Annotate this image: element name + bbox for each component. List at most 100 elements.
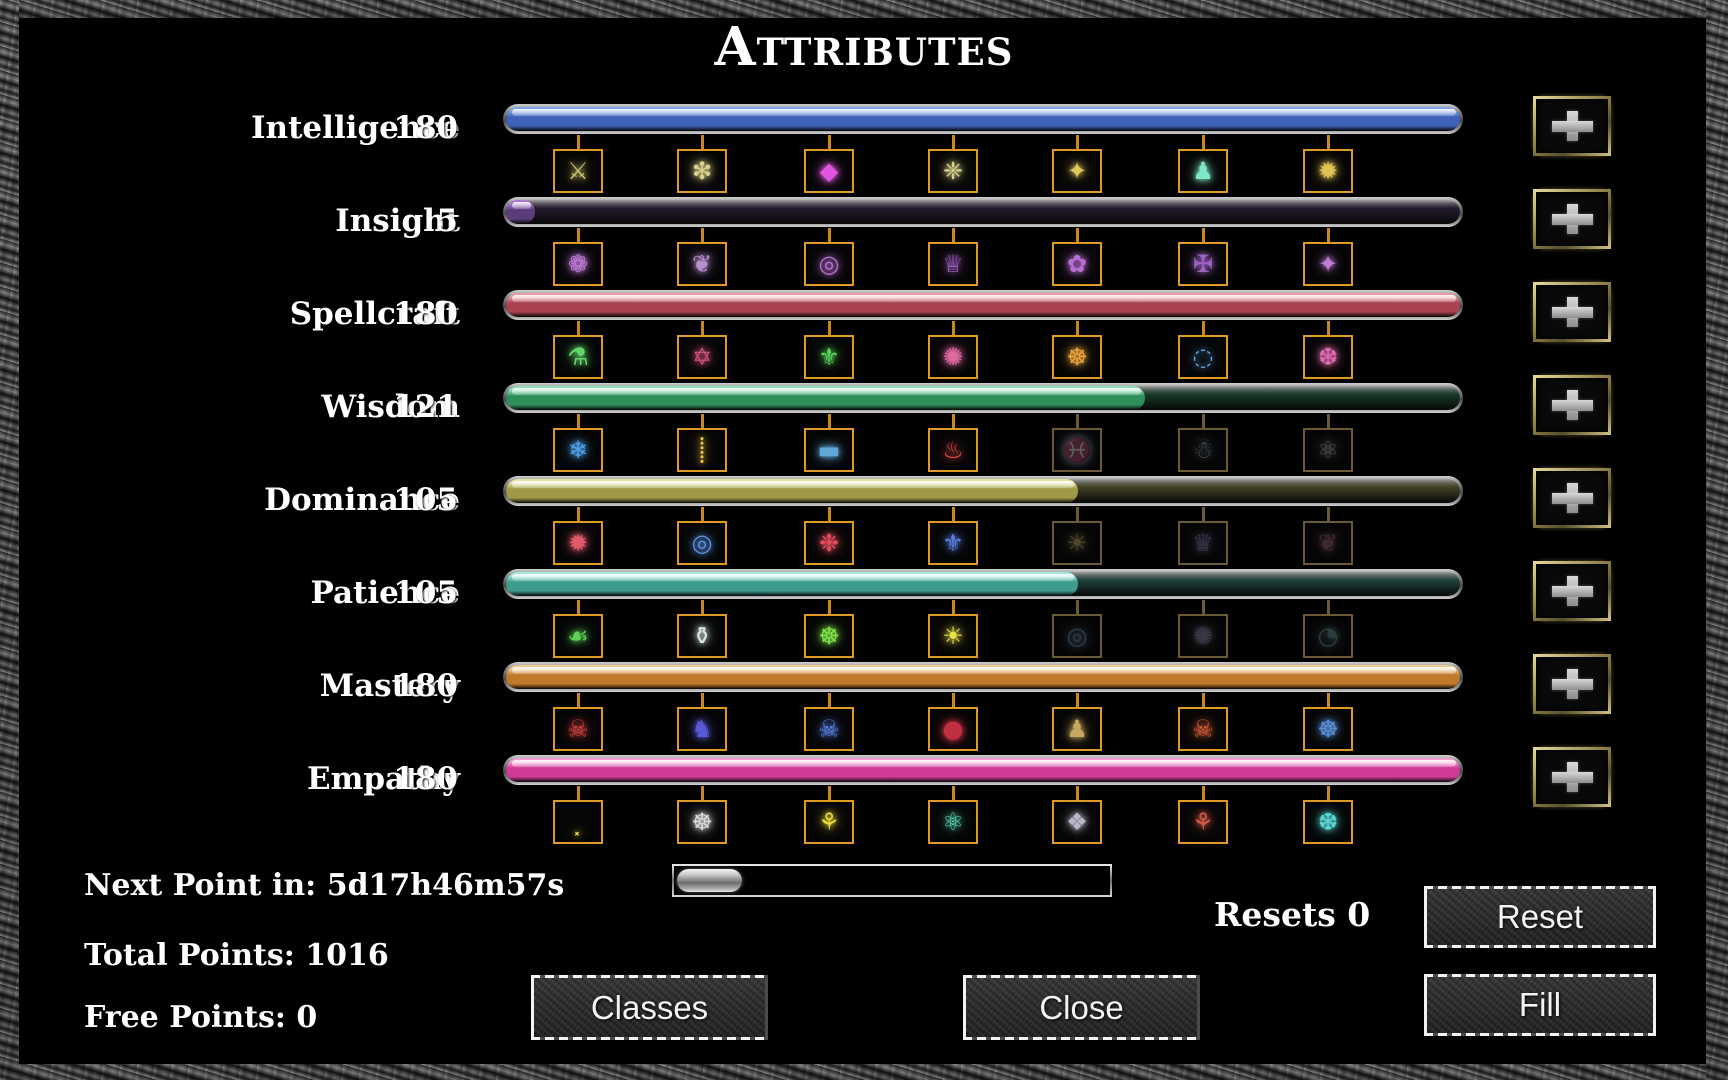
icon-pat-6[interactable]: ✺ — [1178, 600, 1228, 658]
icon-emp-3[interactable]: ⚘ — [804, 786, 854, 844]
attribute-progress-bar[interactable] — [503, 290, 1463, 320]
icon-dom-4[interactable]: ⚜ — [928, 507, 978, 565]
perk-icon-box: ♓ — [1052, 428, 1102, 472]
icon-pat-7[interactable]: ◔ — [1303, 600, 1353, 658]
icon-emp-6[interactable]: ⚘ — [1178, 786, 1228, 844]
perk-glyph-icon: ✺ — [1192, 622, 1214, 650]
perk-glyph-icon: ☠ — [1192, 715, 1214, 743]
perk-glyph-icon: ☀ — [942, 622, 964, 650]
perk-glyph-icon: ♞ — [691, 715, 713, 743]
add-point-button[interactable] — [1533, 468, 1611, 528]
attribute-progress-bar[interactable] — [503, 662, 1463, 692]
icon-emp-5[interactable]: ❖ — [1052, 786, 1102, 844]
perk-icon-box: ◔ — [1303, 614, 1353, 658]
attribute-value: 180 — [393, 296, 458, 332]
icon-emp-2[interactable]: ☸ — [677, 786, 727, 844]
icon-dom-6[interactable]: ♛ — [1178, 507, 1228, 565]
icon-mas-1[interactable]: ☠ — [553, 693, 603, 751]
perk-icon-box: ❆ — [1303, 800, 1353, 844]
fill-button[interactable]: Fill — [1424, 974, 1656, 1036]
perk-icon-strip: ☙ ⚱ ☸ ☀ ◎ ✺ ◔ — [503, 600, 1463, 658]
icon-wis-6[interactable]: ☃ — [1178, 414, 1228, 472]
free-points-label: Free Points: 0 — [84, 1000, 318, 1035]
icon-spl-6[interactable]: ◌ — [1178, 321, 1228, 379]
icon-emp-4[interactable]: ⚛ — [928, 786, 978, 844]
add-point-button[interactable] — [1533, 561, 1611, 621]
perk-glyph-icon: ☸ — [818, 622, 840, 650]
perk-glyph-icon: ● — [942, 715, 964, 743]
icon-wis-4[interactable]: ♨ — [928, 414, 978, 472]
icon-spl-5[interactable]: ☸ — [1052, 321, 1102, 379]
icon-wis-7[interactable]: ⚛ — [1303, 414, 1353, 472]
add-point-button[interactable] — [1533, 189, 1611, 249]
icon-ins-1[interactable]: ❁ — [553, 228, 603, 286]
icon-ins-7[interactable]: ✦ — [1303, 228, 1353, 286]
icon-mas-4[interactable]: ● — [928, 693, 978, 751]
icon-ins-5[interactable]: ✿ — [1052, 228, 1102, 286]
icon-int-2[interactable]: ❇ — [677, 135, 727, 193]
icon-wis-2[interactable]: ⸽ — [677, 414, 727, 472]
icon-spl-1[interactable]: ⚗ — [553, 321, 603, 379]
icon-dom-2[interactable]: ◎ — [677, 507, 727, 565]
attribute-row: Wisdom 121 ❄ ⸽ ▬ ♨ ♓ ☃ ⚛ — [0, 375, 1728, 472]
icon-ins-6[interactable]: ✠ — [1178, 228, 1228, 286]
add-point-button[interactable] — [1533, 282, 1611, 342]
icon-wis-5[interactable]: ♓ — [1052, 414, 1102, 472]
icon-pat-2[interactable]: ⚱ — [677, 600, 727, 658]
icon-ins-2[interactable]: ❦ — [677, 228, 727, 286]
icon-ins-3[interactable]: ◎ — [804, 228, 854, 286]
icon-dom-5[interactable]: ☀ — [1052, 507, 1102, 565]
icon-spl-3[interactable]: ⚜ — [804, 321, 854, 379]
icon-wis-1[interactable]: ❄ — [553, 414, 603, 472]
icon-mas-3[interactable]: ☠ — [804, 693, 854, 751]
icon-int-3[interactable]: ◆ — [804, 135, 854, 193]
icon-int-7[interactable]: ✹ — [1303, 135, 1353, 193]
perk-icon-box: ♞ — [677, 707, 727, 751]
icon-spl-4[interactable]: ✺ — [928, 321, 978, 379]
perk-glyph-icon: ♓ — [1062, 436, 1092, 464]
close-button[interactable]: Close — [963, 975, 1200, 1040]
icon-ins-4[interactable]: ♕ — [928, 228, 978, 286]
icon-mas-6[interactable]: ☠ — [1178, 693, 1228, 751]
icon-mas-7[interactable]: ☸ — [1303, 693, 1353, 751]
icon-emp-1[interactable]: ⸼ — [553, 786, 603, 844]
attribute-progress-bar[interactable] — [503, 755, 1463, 785]
icon-mas-5[interactable]: ♟ — [1052, 693, 1102, 751]
attribute-progress-bar[interactable] — [503, 569, 1463, 599]
add-point-button[interactable] — [1533, 654, 1611, 714]
page-title: Attributes — [714, 16, 1014, 78]
perk-glyph-icon: ✺ — [942, 343, 964, 371]
icon-dom-3[interactable]: ❉ — [804, 507, 854, 565]
icon-dom-7[interactable]: ❦ — [1303, 507, 1353, 565]
icon-pat-3[interactable]: ☸ — [804, 600, 854, 658]
attribute-bar-track — [506, 386, 1460, 410]
icon-int-1[interactable]: ⚔ — [553, 135, 603, 193]
icon-spl-7[interactable]: ❆ — [1303, 321, 1353, 379]
attribute-progress-bar[interactable] — [503, 104, 1463, 134]
icon-int-4[interactable]: ❈ — [928, 135, 978, 193]
icon-mas-2[interactable]: ♞ — [677, 693, 727, 751]
classes-button[interactable]: Classes — [531, 975, 768, 1040]
reset-button[interactable]: Reset — [1424, 886, 1656, 948]
icon-pat-4[interactable]: ☀ — [928, 600, 978, 658]
icon-emp-7[interactable]: ❆ — [1303, 786, 1353, 844]
perk-icon-strip: ⚔ ❇ ◆ ❈ ✦ ♟ ✹ — [503, 135, 1463, 193]
attribute-progress-bar[interactable] — [503, 476, 1463, 506]
icon-spl-2[interactable]: ✡ — [677, 321, 727, 379]
attribute-bar-frame — [503, 290, 1463, 320]
add-point-button[interactable] — [1533, 96, 1611, 156]
perk-icon-box: ☸ — [677, 800, 727, 844]
add-point-button[interactable] — [1533, 375, 1611, 435]
perk-icon-box: ☸ — [804, 614, 854, 658]
icon-wis-3[interactable]: ▬ — [804, 414, 854, 472]
icon-pat-1[interactable]: ☙ — [553, 600, 603, 658]
icon-pat-5[interactable]: ◎ — [1052, 600, 1102, 658]
attribute-progress-bar[interactable] — [503, 383, 1463, 413]
icon-int-5[interactable]: ✦ — [1052, 135, 1102, 193]
perk-glyph-icon: ◎ — [1066, 622, 1088, 650]
icon-int-6[interactable]: ♟ — [1178, 135, 1228, 193]
add-point-button[interactable] — [1533, 747, 1611, 807]
icon-dom-1[interactable]: ✹ — [553, 507, 603, 565]
attribute-progress-bar[interactable] — [503, 197, 1463, 227]
perk-icon-box: ☸ — [1303, 707, 1353, 751]
